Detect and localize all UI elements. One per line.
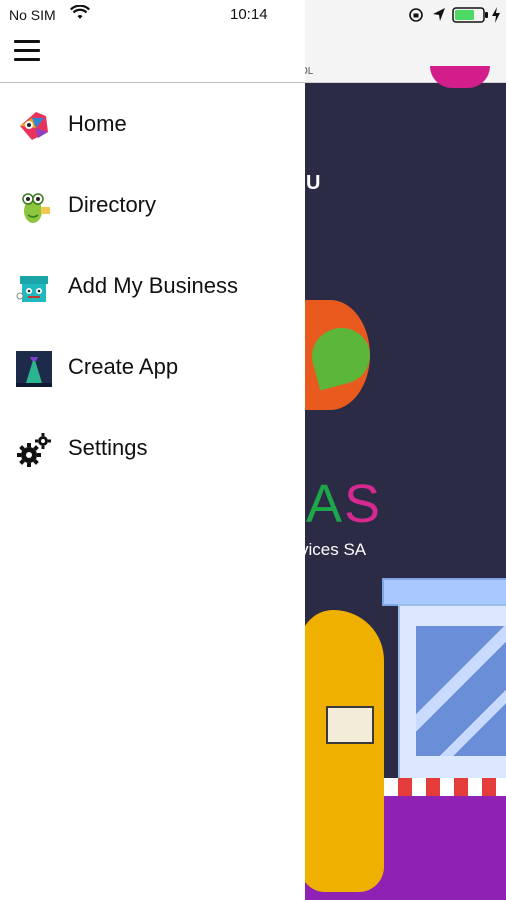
menu-item-create-app[interactable]: Create App	[0, 327, 305, 408]
menu-item-home[interactable]: Home	[0, 84, 305, 165]
booth-roof	[382, 578, 506, 606]
drawer-menu-list: Home Directory Add My Business Create Ap…	[0, 84, 305, 489]
menu-item-settings[interactable]: Settings	[0, 408, 305, 489]
menu-item-add-my-business[interactable]: Add My Business	[0, 246, 305, 327]
add-business-icon	[16, 276, 48, 302]
location-arrow-icon	[433, 8, 445, 21]
background-pink-shape	[430, 66, 490, 88]
directory-icon	[22, 193, 50, 223]
background-heading: U	[306, 172, 321, 194]
navigation-drawer: Home Directory Add My Business Create Ap…	[0, 0, 305, 900]
brand-letter-pink: S	[344, 474, 383, 534]
mascot-paper	[326, 706, 374, 744]
create-app-icon	[16, 351, 52, 387]
menu-item-label: Add My Business	[68, 273, 238, 298]
menu-item-label: Directory	[68, 192, 157, 217]
carrier-label: No SIM	[9, 7, 56, 23]
hamburger-menu-icon[interactable]	[14, 40, 40, 62]
home-icon	[20, 112, 48, 140]
barrier-illustration	[370, 778, 506, 796]
battery-icon	[452, 7, 488, 23]
mascot-character	[300, 610, 384, 892]
status-time: 10:14	[230, 6, 268, 23]
menu-item-label: Settings	[68, 435, 148, 460]
menu-item-label: Create App	[68, 354, 179, 379]
charging-bolt-icon	[492, 7, 500, 23]
settings-icon	[17, 433, 51, 467]
brand-letter-green: A	[306, 474, 345, 534]
rotation-lock-icon	[409, 8, 423, 22]
background-brand-text: AS	[306, 474, 382, 534]
wifi-icon	[70, 5, 90, 19]
booth-window	[416, 626, 506, 756]
menu-item-directory[interactable]: Directory	[0, 165, 305, 246]
background-subtitle: vices SA	[300, 540, 367, 559]
status-bar: No SIM 10:14	[0, 0, 506, 30]
menu-item-label: Home	[68, 111, 127, 136]
drawer-header	[0, 30, 305, 83]
